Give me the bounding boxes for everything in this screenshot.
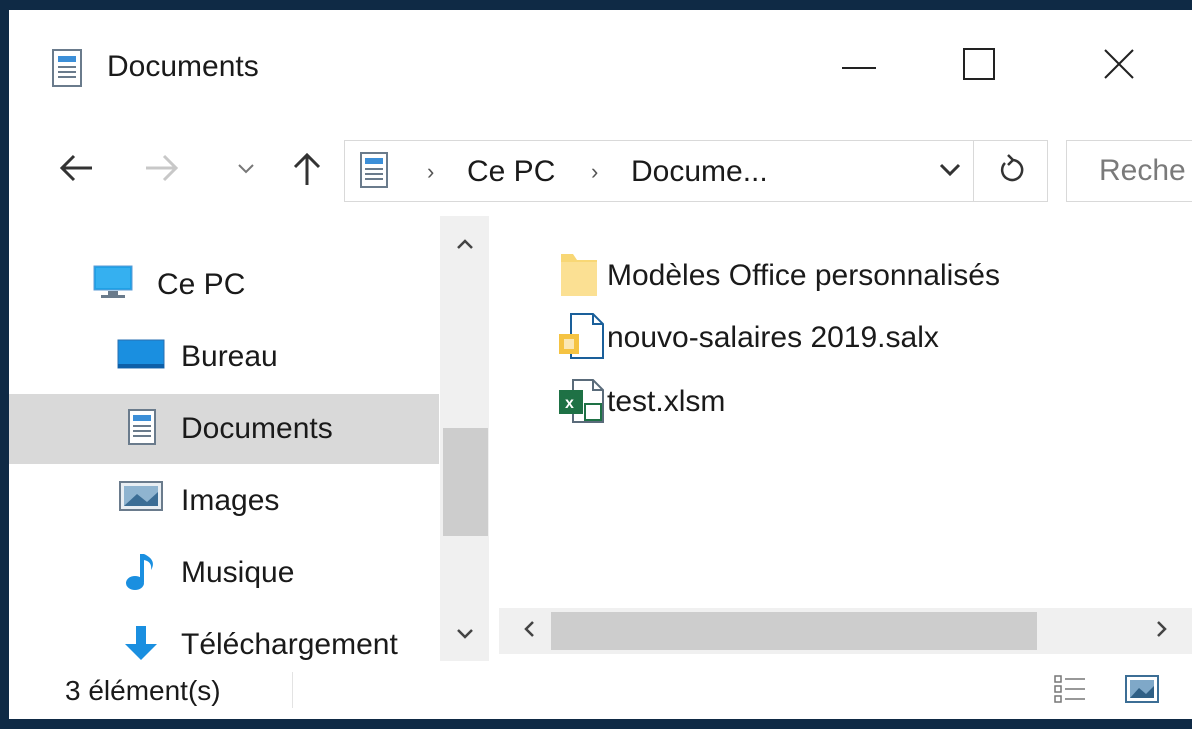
up-button[interactable] <box>287 142 327 198</box>
breadcrumb-separator[interactable]: › <box>591 159 598 185</box>
status-bar: 3 élément(s) <box>9 662 1192 719</box>
forward-button[interactable] <box>137 142 187 198</box>
arrow-up-icon <box>293 151 321 190</box>
nav-item-images[interactable]: Images <box>9 466 439 536</box>
arrow-right-icon <box>144 154 180 187</box>
excel-file-icon: x <box>559 376 605 429</box>
list-item[interactable]: Modèles Office personnalisés <box>559 246 1099 306</box>
scrollbar-thumb[interactable] <box>551 612 1037 650</box>
scroll-down-button[interactable] <box>440 616 489 656</box>
scroll-up-button[interactable] <box>440 226 489 266</box>
file-name: nouvo-salaires 2019.salx <box>607 321 939 354</box>
images-icon <box>119 480 163 517</box>
svg-text:x: x <box>565 395 574 412</box>
file-list-scrollbar[interactable] <box>499 608 1192 654</box>
maximize-icon <box>963 47 995 85</box>
maximize-button[interactable] <box>919 10 1039 122</box>
navigation-bar: › Ce PC › Docume... Reche <box>9 130 1192 210</box>
close-icon <box>1103 48 1135 85</box>
nav-item-label: Téléchargement <box>181 628 398 661</box>
close-button[interactable] <box>1059 10 1179 122</box>
desktop-icon <box>117 336 165 377</box>
nav-item-telechargement[interactable]: Téléchargement <box>9 610 439 661</box>
chevron-down-icon <box>939 163 961 182</box>
details-view-icon <box>1053 674 1087 709</box>
arrow-left-icon <box>58 154 94 187</box>
nav-item-label: Images <box>181 484 280 517</box>
nav-item-documents[interactable]: Documents <box>9 394 439 464</box>
chevron-left-icon <box>523 620 535 643</box>
scroll-left-button[interactable] <box>509 608 549 654</box>
chevron-right-icon <box>1156 620 1168 643</box>
item-count: 3 élément(s) <box>65 675 221 706</box>
large-icons-view-button[interactable] <box>1121 670 1163 712</box>
nav-item-musique[interactable]: Musique <box>9 538 439 608</box>
salx-file-icon <box>559 312 605 365</box>
nav-item-label: Documents <box>181 412 333 445</box>
scrollbar-thumb[interactable] <box>443 428 488 536</box>
minimize-icon <box>842 57 876 75</box>
breadcrumb-separator[interactable]: › <box>427 159 434 185</box>
status-divider <box>292 672 293 708</box>
address-dropdown-button[interactable] <box>925 147 975 197</box>
file-name: test.xlsm <box>607 385 726 418</box>
breadcrumb-documents[interactable]: Docume... <box>631 155 768 189</box>
chevron-down-icon <box>238 161 254 179</box>
address-bar[interactable]: › Ce PC › Docume... <box>344 140 1048 202</box>
nav-item-label: Ce PC <box>157 268 246 301</box>
file-name: Modèles Office personnalisés <box>607 259 1000 292</box>
back-button[interactable] <box>51 142 101 198</box>
documents-icon <box>127 408 157 451</box>
minimize-button[interactable] <box>799 10 919 122</box>
refresh-icon <box>999 153 1025 189</box>
navigation-pane: Ce PC Bureau Documents Images Musique Té… <box>9 216 489 661</box>
navigation-scrollbar[interactable] <box>440 216 489 661</box>
recent-locations-button[interactable] <box>229 142 263 198</box>
details-view-button[interactable] <box>1049 670 1091 712</box>
documents-icon <box>51 48 85 93</box>
chevron-down-icon <box>456 627 474 645</box>
download-icon <box>123 624 159 661</box>
scroll-right-button[interactable] <box>1142 608 1182 654</box>
computer-icon <box>93 264 133 305</box>
title-bar[interactable]: Documents <box>9 10 1192 122</box>
file-list: Modèles Office personnalisés nouvo-salai… <box>499 216 1192 661</box>
explorer-window: Documents › Ce PC › Docume... Reche Ce P… <box>9 10 1192 719</box>
search-input[interactable]: Reche <box>1099 154 1186 188</box>
large-icons-view-icon <box>1125 674 1159 708</box>
documents-icon <box>359 151 389 194</box>
list-item[interactable]: x test.xlsm <box>559 372 819 432</box>
nav-item-ce-pc[interactable]: Ce PC <box>9 250 439 320</box>
folder-icon <box>559 250 599 303</box>
refresh-button[interactable] <box>973 141 1049 201</box>
search-box[interactable]: Reche <box>1066 140 1192 202</box>
list-item[interactable]: nouvo-salaires 2019.salx <box>559 308 1039 368</box>
music-icon <box>123 552 159 597</box>
chevron-up-icon <box>456 237 474 255</box>
breadcrumb-ce-pc[interactable]: Ce PC <box>467 155 555 189</box>
nav-item-label: Bureau <box>181 340 278 373</box>
nav-item-label: Musique <box>181 556 295 589</box>
nav-item-bureau[interactable]: Bureau <box>9 322 439 392</box>
window-title: Documents <box>107 50 259 83</box>
